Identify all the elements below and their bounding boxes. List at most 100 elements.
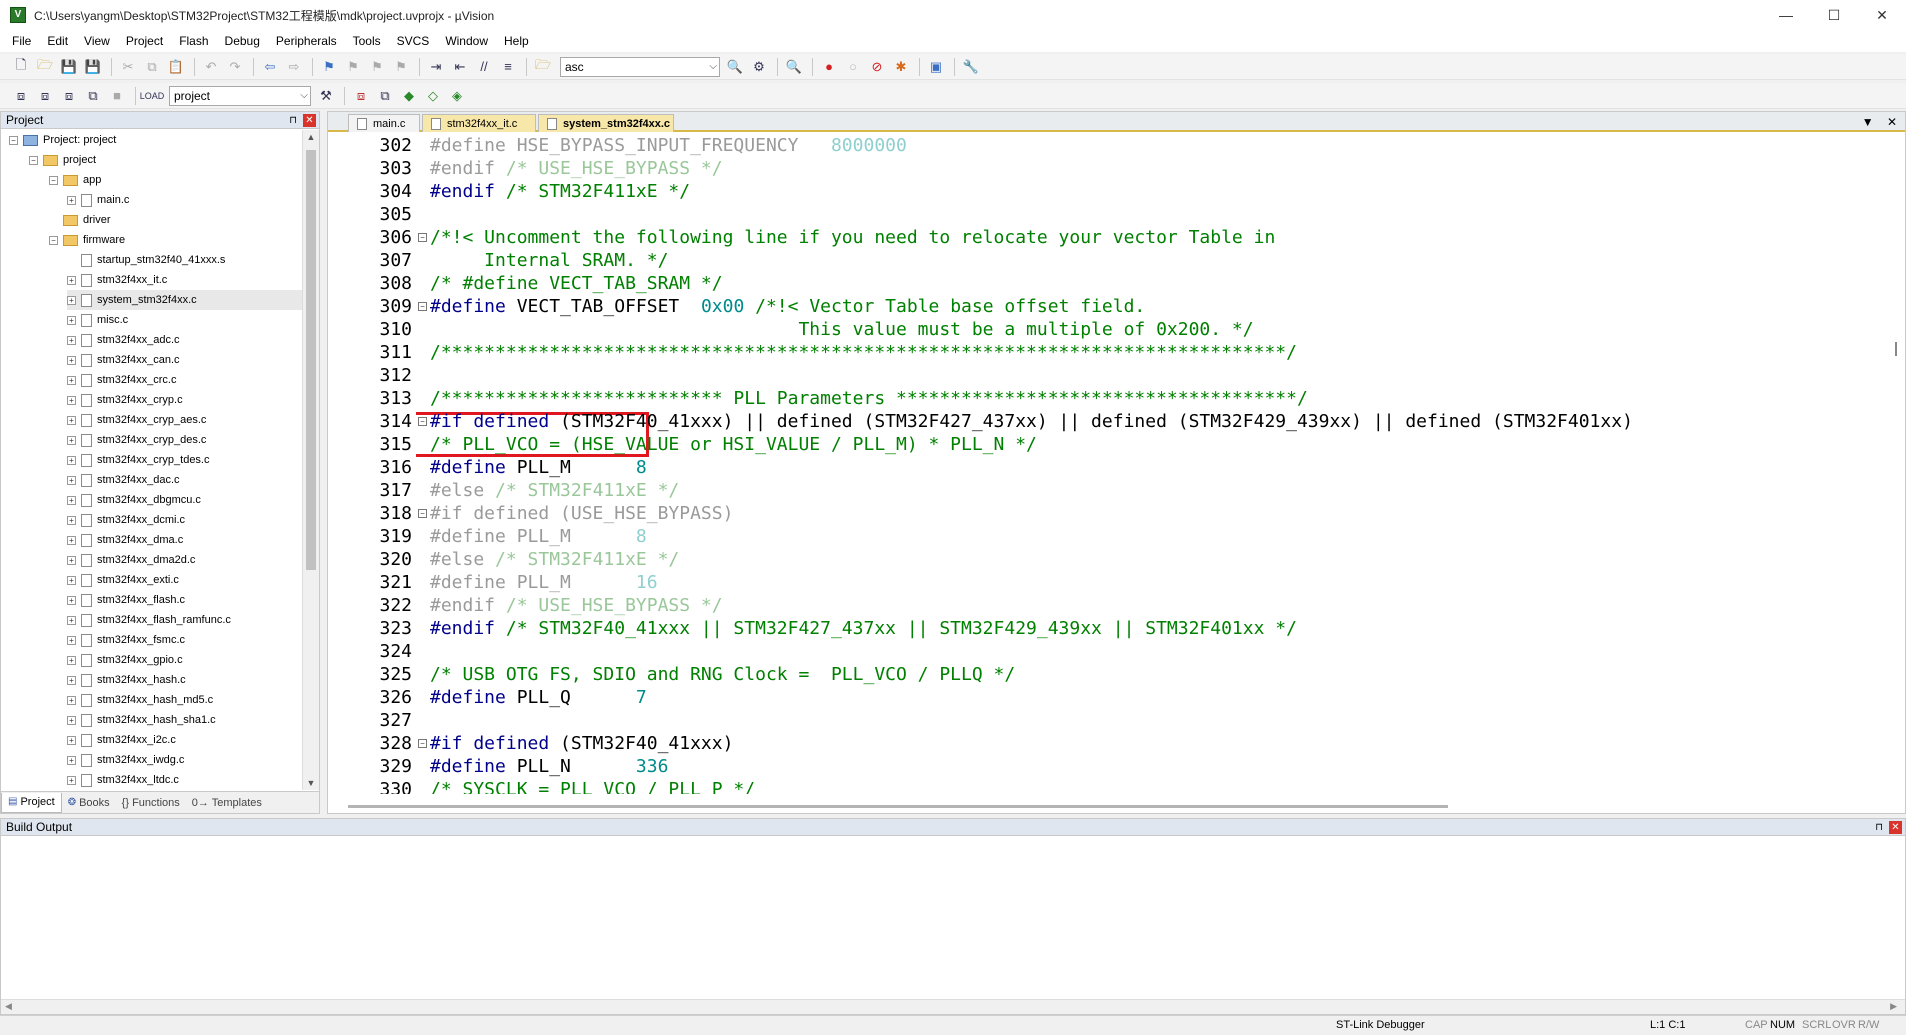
code-line[interactable]: #endif /* USE_HSE_BYPASS */ <box>430 594 723 617</box>
save-icon[interactable]: 💾 <box>58 56 80 78</box>
expand-icon[interactable]: + <box>67 555 76 565</box>
new-file-icon[interactable]: 🗋 <box>10 56 32 78</box>
prev-bookmark-icon[interactable]: ⚑ <box>342 56 364 78</box>
bookmark-icon[interactable]: ⚑ <box>318 56 340 78</box>
scroll-down-icon[interactable]: ▼ <box>303 778 319 788</box>
scroll-right-icon[interactable]: ▶ <box>1890 1001 1897 1012</box>
stop-build-icon[interactable]: ■ <box>106 85 128 107</box>
fold-collapse-icon[interactable]: − <box>418 302 427 311</box>
configure-icon[interactable]: 🔧 <box>960 56 982 78</box>
tree-file[interactable]: + system_stm32f4xx.c <box>67 290 303 310</box>
expand-icon[interactable]: + <box>67 575 76 585</box>
tree-file[interactable]: + stm32f4xx_hash_md5.c <box>67 690 303 710</box>
tree-file[interactable]: + stm32f4xx_hash.c <box>67 670 303 690</box>
tree-file[interactable]: + stm32f4xx_dcmi.c <box>67 510 303 530</box>
collapse-icon[interactable]: − <box>49 235 58 245</box>
close-icon[interactable]: ✕ <box>1889 821 1902 834</box>
tree-file[interactable]: + stm32f4xx_hash_sha1.c <box>67 710 303 730</box>
code-line[interactable]: #define PLL_N 336 <box>430 755 668 778</box>
code-line[interactable]: /*!< Uncomment the following line if you… <box>430 226 1275 249</box>
fold-collapse-icon[interactable]: − <box>418 739 427 748</box>
expand-icon[interactable]: + <box>67 735 76 745</box>
paste-icon[interactable]: 📋 <box>165 56 187 78</box>
maximize-button[interactable]: ☐ <box>1810 0 1858 30</box>
undo-icon[interactable]: ↶ <box>200 56 222 78</box>
scroll-up-icon[interactable]: ▲ <box>303 132 319 142</box>
comment-icon[interactable]: // <box>473 56 495 78</box>
tree-file[interactable]: startup_stm32f40_41xxx.s <box>67 250 303 270</box>
scrollbar-thumb[interactable] <box>1895 342 1897 356</box>
expand-icon[interactable]: + <box>67 755 76 765</box>
collapse-icon[interactable]: − <box>9 135 18 145</box>
tree-file[interactable]: + stm32f4xx_cryp_des.c <box>67 430 303 450</box>
code-line[interactable]: #if defined (STM32F40_41xxx) <box>430 732 733 755</box>
code-line[interactable]: #define PLL_M 16 <box>430 571 658 594</box>
tree-file[interactable]: + stm32f4xx_ltdc.c <box>67 770 303 790</box>
tab-project[interactable]: ▤ Project <box>1 792 62 813</box>
translate-icon[interactable]: ⧈ <box>10 85 32 107</box>
scrollbar-thumb[interactable] <box>306 150 316 570</box>
code-line[interactable]: #endif /* STM32F411xE */ <box>430 180 690 203</box>
code-line[interactable]: #define VECT_TAB_OFFSET 0x00 /*!< Vector… <box>430 295 1145 318</box>
tree-file[interactable]: + stm32f4xx_dbgmcu.c <box>67 490 303 510</box>
open-file-icon[interactable]: 🗁 <box>34 56 56 78</box>
tree-folder-app[interactable]: − app <box>49 170 303 190</box>
download-icon[interactable]: LOAD <box>140 85 165 107</box>
tree-file[interactable]: + stm32f4xx_cryp.c <box>67 390 303 410</box>
tree-file[interactable]: + stm32f4xx_gpio.c <box>67 650 303 670</box>
expand-icon[interactable]: + <box>67 535 76 545</box>
tree-file[interactable]: + stm32f4xx_can.c <box>67 350 303 370</box>
tree-file[interactable]: + stm32f4xx_dma2d.c <box>67 550 303 570</box>
tree-file[interactable]: + stm32f4xx_adc.c <box>67 330 303 350</box>
select-packs-icon[interactable]: ◇ <box>422 85 444 107</box>
tree-folder-driver[interactable]: driver <box>49 210 303 230</box>
menu-window[interactable]: Window <box>437 34 496 48</box>
tree-file[interactable]: + stm32f4xx_i2c.c <box>67 730 303 750</box>
menu-file[interactable]: File <box>4 34 39 48</box>
tree-file[interactable]: + stm32f4xx_dma.c <box>67 530 303 550</box>
tree-file[interactable]: + stm32f4xx_fsmc.c <box>67 630 303 650</box>
expand-icon[interactable]: + <box>67 335 76 345</box>
file-extensions-icon[interactable]: ⧉ <box>374 85 396 107</box>
tree-folder-project[interactable]: − project <box>29 150 303 170</box>
tab-stm32f4xx-it-c[interactable]: stm32f4xx_it.c <box>422 114 536 132</box>
pin-icon[interactable]: ⊓ <box>289 112 297 129</box>
expand-icon[interactable]: + <box>67 655 76 665</box>
code-line[interactable]: #else /* STM32F411xE */ <box>430 548 679 571</box>
expand-icon[interactable]: + <box>67 415 76 425</box>
code-line[interactable]: This value must be a multiple of 0x200. … <box>430 318 1253 341</box>
code-line[interactable]: #define PLL_Q 7 <box>430 686 647 709</box>
menu-edit[interactable]: Edit <box>39 34 76 48</box>
target-options-icon[interactable]: ⚒ <box>315 85 337 107</box>
expand-icon[interactable]: + <box>67 675 76 685</box>
tree-file[interactable]: + stm32f4xx_flash_ramfunc.c <box>67 610 303 630</box>
copy-icon[interactable]: ⧉ <box>141 56 163 78</box>
code-line[interactable]: #endif /* USE_HSE_BYPASS */ <box>430 157 723 180</box>
menu-view[interactable]: View <box>76 34 118 48</box>
expand-icon[interactable]: + <box>67 635 76 645</box>
incremental-find-icon[interactable]: ⚙ <box>748 56 770 78</box>
clear-bookmarks-icon[interactable]: ⚑ <box>390 56 412 78</box>
redo-icon[interactable]: ↷ <box>224 56 246 78</box>
expand-icon[interactable]: + <box>67 315 76 325</box>
pack-installer-icon[interactable]: ◆ <box>398 85 420 107</box>
build-icon[interactable]: ⧈ <box>34 85 56 107</box>
code-line[interactable]: /* #define VECT_TAB_SRAM */ <box>430 272 723 295</box>
fold-collapse-icon[interactable]: − <box>418 417 427 426</box>
code-line[interactable]: #endif /* STM32F40_41xxx || STM32F427_43… <box>430 617 1297 640</box>
close-button[interactable]: ✕ <box>1858 0 1906 30</box>
batch-build-icon[interactable]: ⧉ <box>82 85 104 107</box>
tree-file[interactable]: + stm32f4xx_crc.c <box>67 370 303 390</box>
expand-icon[interactable]: + <box>67 615 76 625</box>
cut-icon[interactable]: ✂ <box>117 56 139 78</box>
close-icon[interactable]: ✕ <box>303 114 316 127</box>
menu-svcs[interactable]: SVCS <box>389 34 438 48</box>
menu-peripherals[interactable]: Peripherals <box>268 34 345 48</box>
expand-icon[interactable]: + <box>67 455 76 465</box>
navigate-forward-icon[interactable]: ⇨ <box>283 56 305 78</box>
tab-list-icon[interactable]: ▼ <box>1862 115 1874 129</box>
tree-file[interactable]: + stm32f4xx_cryp_tdes.c <box>67 450 303 470</box>
rebuild-icon[interactable]: ⧈ <box>58 85 80 107</box>
expand-icon[interactable]: + <box>67 715 76 725</box>
code-line[interactable]: #else /* STM32F411xE */ <box>430 479 679 502</box>
